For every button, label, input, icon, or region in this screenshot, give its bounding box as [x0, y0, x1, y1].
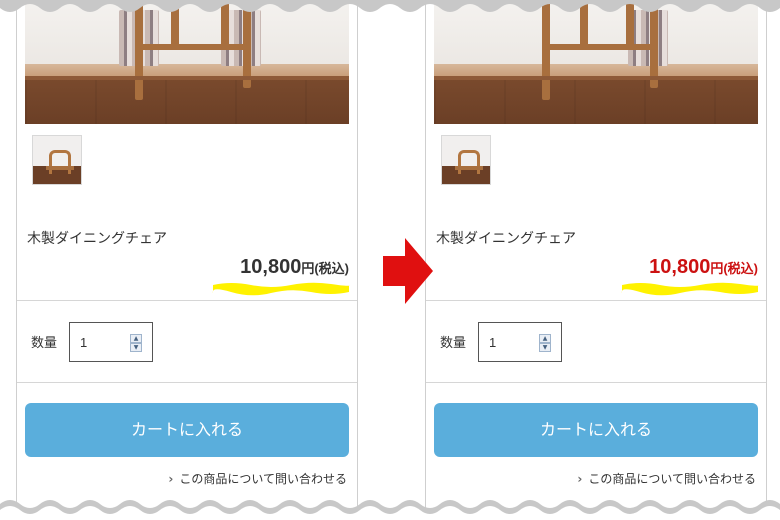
quantity-label: 数量 [31, 336, 58, 351]
divider [426, 382, 766, 383]
chair-rung [137, 44, 247, 50]
product-thumbnail[interactable] [441, 135, 491, 185]
chevron-right-icon: › [577, 472, 583, 486]
add-to-cart-button[interactable]: カートに入れる [25, 403, 349, 457]
quantity-value: 1 [80, 335, 88, 350]
product-panel-after: 木製ダイニングチェア 10,800円(税込) 数量 1 ▲ ▼ カートに入れる … [425, 0, 767, 520]
stepper-buttons[interactable]: ▲ ▼ [539, 334, 551, 352]
product-panel-before: 木製ダイニングチェア 10,800円(税込) 数量 1 ▲ ▼ カートに入れる … [16, 0, 358, 520]
price: 10,800円(税込) [649, 255, 758, 281]
price-block: 10,800円(税込) [621, 255, 759, 296]
floor-boards [434, 80, 758, 124]
price-unit: 円(税込) [710, 261, 758, 276]
thumbnail-chair-shape [458, 150, 480, 174]
chevron-right-icon: › [168, 472, 174, 486]
product-thumbnail[interactable] [32, 135, 82, 185]
add-to-cart-button[interactable]: カートに入れる [434, 403, 758, 457]
stepper-buttons[interactable]: ▲ ▼ [130, 334, 142, 352]
marker-highlight [212, 282, 350, 296]
divider [426, 300, 766, 301]
inquiry-link-label[interactable]: この商品について問い合わせる [179, 472, 347, 486]
arrow-right-icon [383, 238, 433, 304]
inquiry-link[interactable]: › この商品について問い合わせる [577, 470, 756, 487]
divider [17, 382, 357, 383]
quantity-label: 数量 [440, 336, 467, 351]
quantity-stepper[interactable]: 1 ▲ ▼ [478, 322, 562, 362]
thumbnail-chair-shape [49, 150, 71, 174]
floor-boards [25, 80, 349, 124]
quantity-stepper[interactable]: 1 ▲ ▼ [69, 322, 153, 362]
torn-edge-bottom [0, 500, 780, 520]
triangle-up-icon[interactable]: ▲ [539, 334, 551, 343]
inquiry-link[interactable]: › この商品について問い合わせる [168, 470, 347, 487]
marker-highlight [621, 282, 759, 296]
triangle-up-icon[interactable]: ▲ [130, 334, 142, 343]
thumbnail-chair-seat [455, 166, 483, 170]
price-number: 10,800 [649, 256, 711, 278]
inquiry-link-label[interactable]: この商品について問い合わせる [588, 472, 756, 486]
quantity-value: 1 [489, 335, 497, 350]
triangle-down-icon[interactable]: ▼ [539, 343, 551, 352]
product-name: 木製ダイニングチェア [27, 231, 167, 247]
thumbnail-chair-seat [46, 166, 74, 170]
chair-rung [544, 44, 654, 50]
triangle-down-icon[interactable]: ▼ [130, 343, 142, 352]
price: 10,800円(税込) [240, 255, 349, 281]
torn-edge-top [0, 0, 780, 12]
price-unit: 円(税込) [301, 261, 349, 276]
product-name: 木製ダイニングチェア [436, 231, 576, 247]
divider [17, 300, 357, 301]
price-block: 10,800円(税込) [212, 255, 350, 296]
price-number: 10,800 [240, 256, 302, 278]
